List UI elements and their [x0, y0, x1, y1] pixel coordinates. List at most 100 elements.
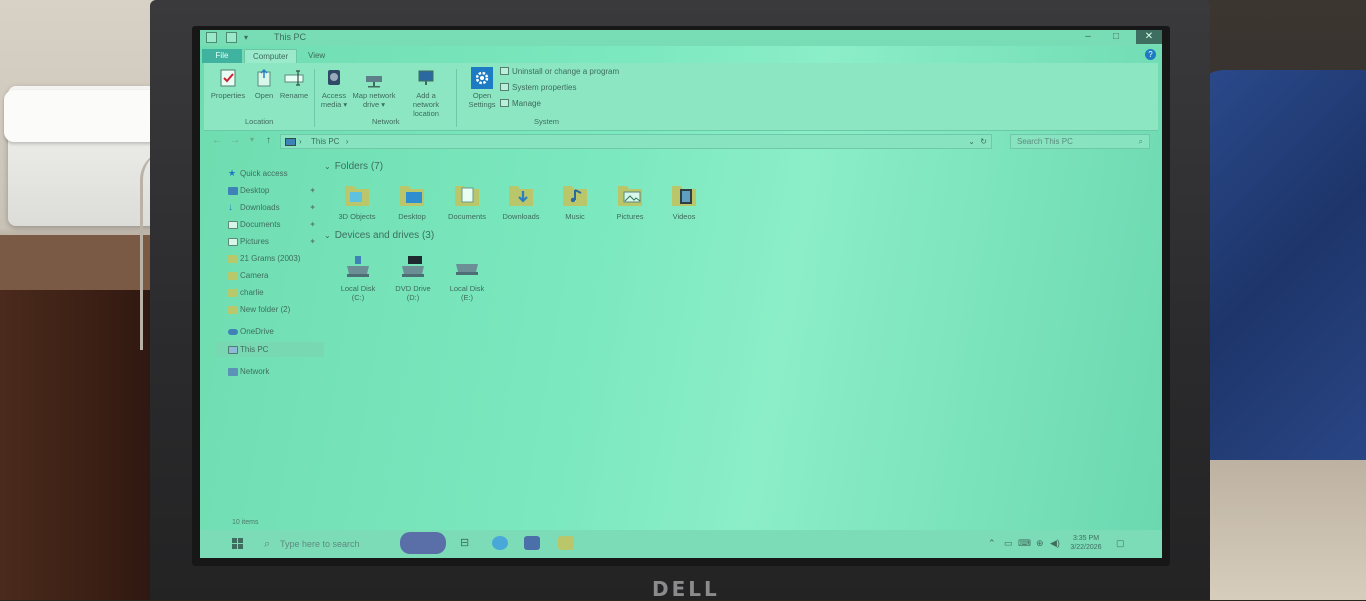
folder-desktop[interactable]: Desktop	[385, 180, 439, 221]
network-drive-icon	[366, 76, 382, 88]
open-settings-button[interactable]: Open Settings	[460, 67, 504, 109]
dvd-drive-icon	[402, 256, 424, 277]
nav-item-camera[interactable]: Camera	[216, 268, 324, 283]
navigation-bar: ← → ▾ ↑ › This PC › ⌄ ↻ Search This PC ⌕	[206, 134, 1156, 150]
search-input[interactable]: Search This PC ⌕	[1010, 134, 1150, 149]
folder-icon	[228, 289, 238, 297]
tab-computer[interactable]: Computer	[244, 49, 298, 63]
nav-item-21-grams[interactable]: 21 Grams (2003)	[216, 251, 324, 266]
tab-file[interactable]: File	[202, 49, 242, 63]
refresh-icon[interactable]: ↻	[980, 135, 987, 148]
hard-disk-icon	[456, 264, 478, 275]
programs-icon	[500, 67, 509, 75]
minimize-button[interactable]: –	[1078, 31, 1098, 42]
group-label-network: Network	[372, 117, 400, 126]
monitor-icon	[418, 70, 434, 85]
access-media-button[interactable]: Access media ▾	[312, 67, 356, 109]
battery-icon[interactable]: ▭	[1004, 538, 1013, 549]
nav-item-charlie[interactable]: charlie	[216, 285, 324, 300]
ribbon-tabs: File Computer View	[200, 48, 1162, 63]
devices-section-header[interactable]: ⌄ Devices and drives (3)	[324, 230, 434, 241]
cloud-icon	[228, 329, 238, 335]
windows-start-icon[interactable]	[232, 538, 244, 550]
system-properties-link[interactable]: System properties	[500, 83, 576, 95]
chevron-down-icon: ⌄	[324, 162, 331, 171]
nav-item-downloads[interactable]: ↓ Downloads ✦	[216, 200, 324, 215]
folder-pictures[interactable]: Pictures	[603, 180, 657, 221]
nav-this-pc[interactable]: This PC	[216, 342, 324, 357]
up-arrow-icon[interactable]: ↑	[266, 135, 271, 146]
volume-icon[interactable]: ◀)	[1050, 538, 1060, 549]
folder-icon	[228, 272, 238, 280]
media-icon	[328, 70, 340, 85]
network-icon	[228, 368, 238, 376]
taskbar-search-input[interactable]: ⌕ Type here to search	[258, 534, 376, 554]
hard-disk-icon	[347, 256, 369, 277]
pin-icon: ✦	[309, 203, 316, 212]
network-globe-icon[interactable]: ⊕	[1036, 538, 1044, 549]
add-network-location-button[interactable]: Add a network location	[404, 67, 448, 118]
back-arrow-icon[interactable]: ←	[212, 135, 222, 146]
search-highlight-icon[interactable]	[400, 532, 446, 554]
store-icon[interactable]	[524, 536, 540, 550]
taskbar: ⌕ Type here to search ⊟ ⌃ ▭ ⌨ ⊕ ◀) 3:35 …	[200, 530, 1162, 558]
maximize-button[interactable]: □	[1106, 31, 1126, 42]
folder-3d-objects[interactable]: 3D Objects	[330, 180, 384, 221]
nav-item-desktop[interactable]: Desktop ✦	[216, 183, 324, 198]
uninstall-program-link[interactable]: Uninstall or change a program	[500, 67, 619, 79]
edge-browser-icon[interactable]	[492, 536, 508, 550]
drive-d[interactable]: DVD Drive (D:)	[386, 252, 440, 302]
nav-onedrive[interactable]: OneDrive	[216, 324, 324, 339]
blue-cloth	[1194, 70, 1366, 470]
container-lid	[4, 90, 166, 142]
floor	[1186, 460, 1366, 600]
nav-item-documents[interactable]: Documents ✦	[216, 217, 324, 232]
help-icon[interactable]: ?	[1145, 49, 1156, 60]
tab-view[interactable]: View	[300, 49, 333, 63]
window-title: This PC	[274, 32, 307, 42]
folder-music[interactable]: Music	[548, 180, 602, 221]
star-icon: ★	[228, 168, 237, 178]
undo-quick-icon[interactable]	[226, 32, 237, 43]
address-bar[interactable]: › This PC › ⌄ ↻	[280, 134, 992, 149]
drive-e[interactable]: Local Disk (E:)	[440, 252, 494, 302]
address-dropdown-icon[interactable]: ⌄	[968, 135, 975, 148]
clock[interactable]: 3:35 PM 3/22/2026	[1068, 534, 1104, 552]
task-view-icon[interactable]: ⊟	[460, 536, 476, 550]
nav-network[interactable]: Network	[216, 364, 324, 379]
input-method-icon[interactable]: ⌨	[1018, 538, 1031, 549]
folder-documents[interactable]: Documents	[440, 180, 494, 221]
group-label-system: System	[534, 117, 560, 126]
folder-downloads[interactable]: Downloads	[494, 180, 548, 221]
file-explorer-icon[interactable]	[558, 536, 574, 550]
nav-quick-access[interactable]: ★ Quick access	[216, 166, 324, 181]
notifications-icon[interactable]: ▢	[1116, 538, 1125, 549]
folders-section-header[interactable]: ⌄ Folders (7)	[324, 161, 383, 172]
3d-objects-folder-icon	[345, 186, 369, 206]
forward-arrow-icon[interactable]: →	[230, 135, 240, 146]
rename-icon	[284, 70, 304, 86]
music-folder-icon	[563, 186, 587, 206]
folder-icon	[228, 255, 238, 263]
map-network-drive-button[interactable]: Map network drive ▾	[352, 67, 396, 109]
folder-videos[interactable]: Videos	[657, 180, 711, 221]
nav-item-pictures[interactable]: Pictures ✦	[216, 234, 324, 249]
downloads-folder-icon	[509, 186, 533, 206]
documents-icon	[228, 221, 238, 229]
status-item-count: 10 items	[232, 519, 259, 526]
nav-item-new-folder-2[interactable]: New folder (2)	[216, 302, 324, 317]
properties-quick-icon[interactable]	[206, 32, 217, 43]
close-button[interactable]: ✕	[1136, 30, 1162, 44]
rename-button[interactable]: Rename	[272, 67, 316, 100]
properties-icon	[220, 69, 236, 87]
manage-link[interactable]: Manage	[500, 99, 541, 111]
pin-icon: ✦	[309, 186, 316, 195]
customize-quick-access-icon[interactable]: ▾	[244, 32, 255, 43]
tray-chevron-up-icon[interactable]: ⌃	[988, 538, 996, 549]
drive-c[interactable]: Local Disk (C:)	[331, 252, 385, 302]
pin-icon: ✦	[309, 220, 316, 229]
recent-locations-icon[interactable]: ▾	[250, 135, 254, 144]
videos-folder-icon	[672, 186, 696, 206]
gear-icon	[471, 67, 493, 89]
download-arrow-icon: ↓	[228, 202, 233, 213]
